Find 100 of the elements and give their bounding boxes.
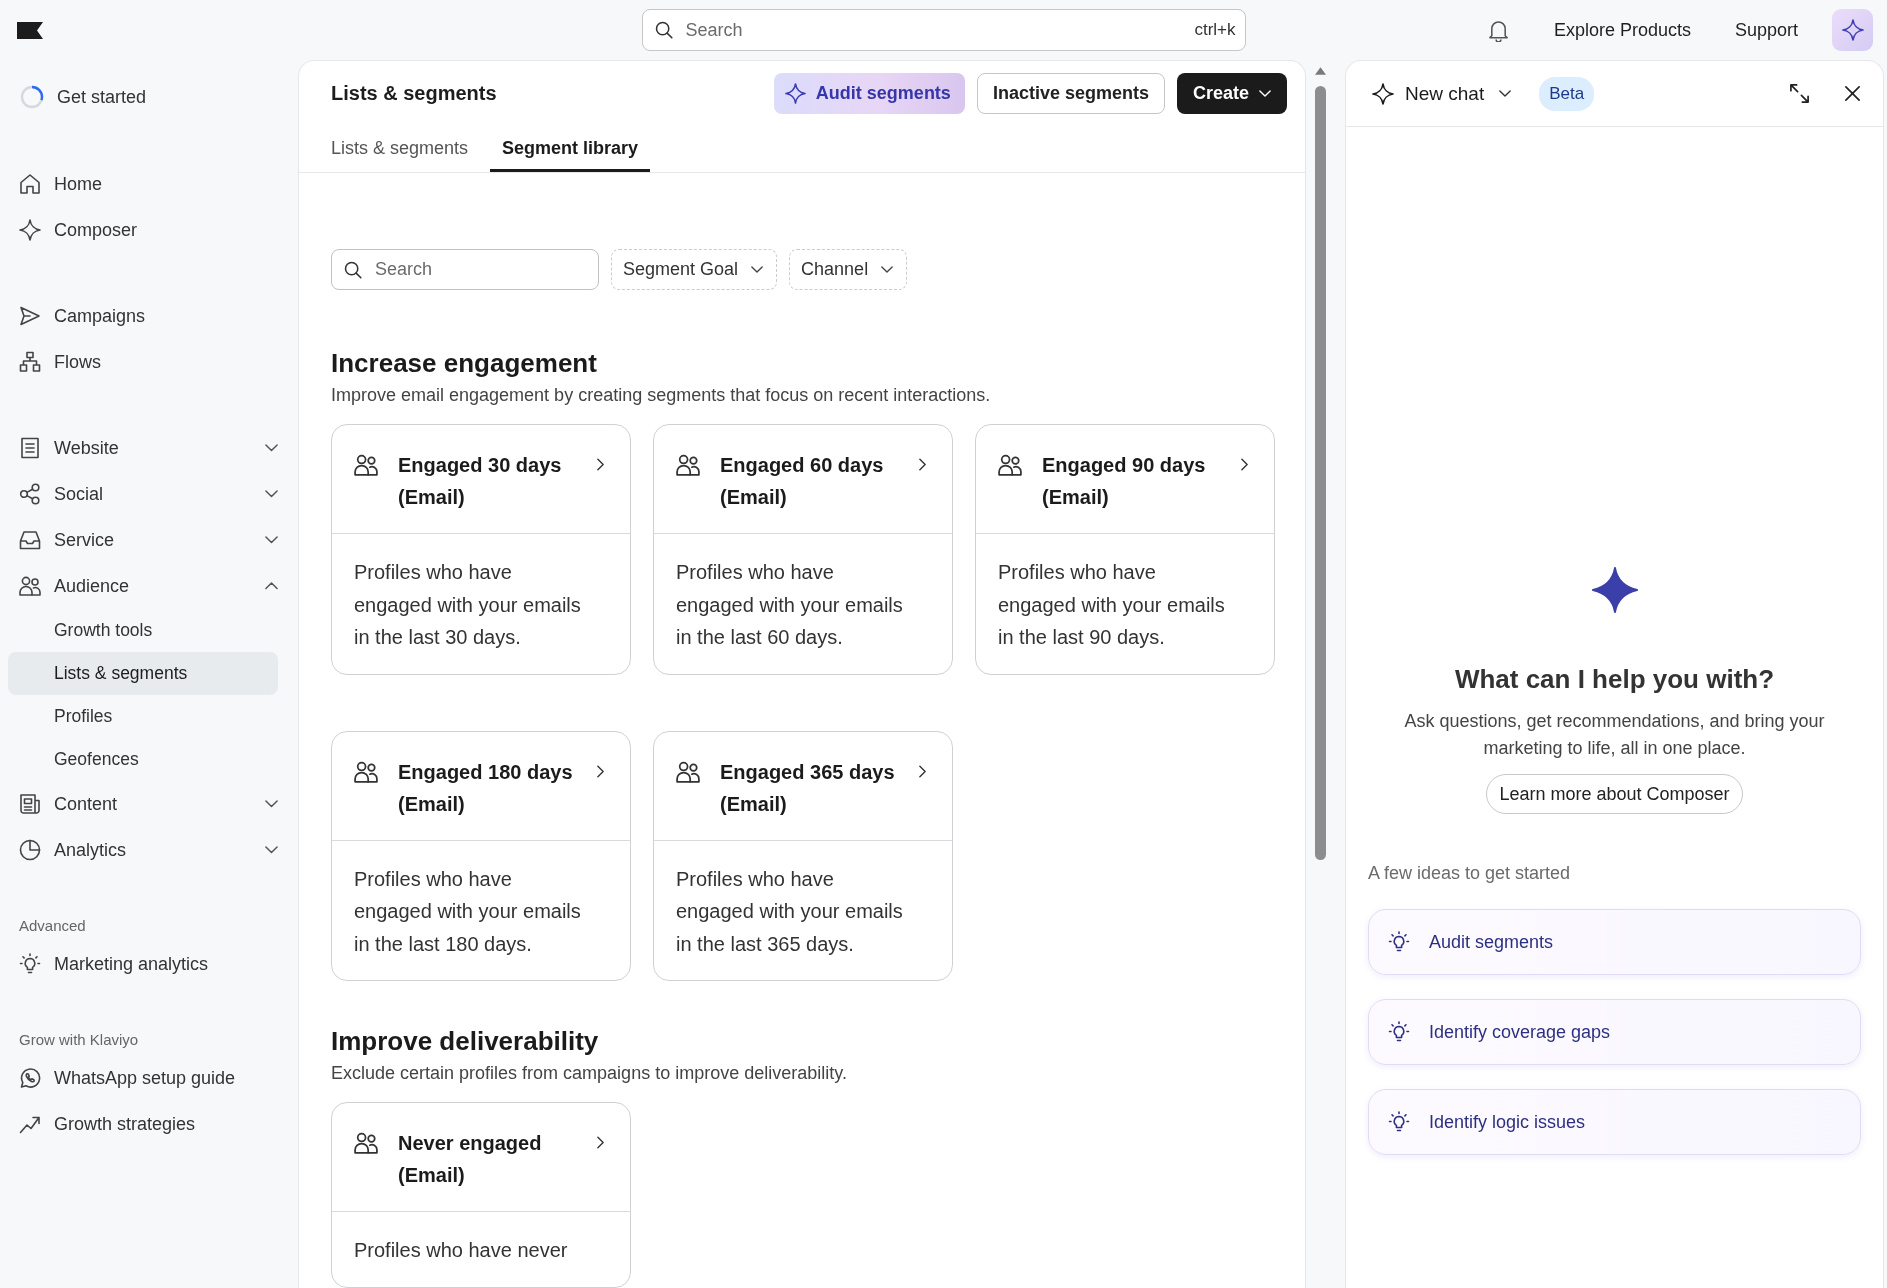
people-icon: [354, 453, 378, 477]
composer-button[interactable]: [1832, 9, 1873, 51]
flag-logo-icon[interactable]: [17, 21, 43, 39]
nav-section-heading: Grow with Klaviyo: [18, 1030, 140, 1050]
shortcut-hint: ctrl+k: [1194, 20, 1236, 40]
nav-link[interactable]: Flows: [8, 341, 278, 383]
card-description: Profiles who have engaged with your emails in the last 180 days.: [354, 866, 582, 957]
paper-plane-icon: [19, 305, 41, 327]
people-icon: [676, 759, 700, 784]
nav-link[interactable]: Audience: [8, 565, 264, 607]
top-nav-link[interactable]: Explore Products: [1553, 19, 1691, 41]
nav-link[interactable]: Content: [8, 783, 264, 825]
nav-sub-link[interactable]: Growth tools: [8, 609, 278, 652]
nav-link[interactable]: Analytics: [8, 829, 264, 871]
expand-button[interactable]: [1789, 83, 1810, 104]
expand-icon: [1789, 83, 1810, 104]
segment-card[interactable]: Engaged 30 days (Email) Profiles who have engaged with your emails in the last 30 days.: [331, 424, 631, 675]
chevron-right-icon[interactable]: [597, 458, 604, 471]
section-heading: Increase engagement: [331, 348, 598, 378]
search-icon: [654, 21, 673, 39]
segment-card[interactable]: Engaged 180 days (Email) Profiles who have engaged with your emails in the last 180 days.: [331, 730, 631, 981]
chevron-right-icon[interactable]: [919, 458, 926, 471]
segment-card[interactable]: Engaged 60 days (Email) Profiles who have engaged with your emails in the last 60 days.: [653, 424, 953, 675]
people-icon: [676, 453, 700, 477]
lightbulb-icon: [1388, 1021, 1410, 1043]
sparkle-icon: [784, 83, 806, 104]
section-heading: Improve deliverability: [331, 1026, 600, 1056]
top-nav-link[interactable]: Support: [1734, 19, 1798, 41]
nav-sub-link[interactable]: Geofences: [8, 738, 278, 781]
action-button[interactable]: Inactive segments: [976, 73, 1165, 114]
card-title: Engaged 60 days (Email): [720, 453, 885, 510]
filter-dropdown[interactable]: Channel: [789, 249, 908, 290]
idea-button[interactable]: Audit segments: [1368, 909, 1861, 975]
nav-link[interactable]: Growth strategies: [8, 1103, 278, 1145]
nav-link[interactable]: Campaigns: [8, 295, 278, 337]
ideas-heading: A few ideas to get started: [1367, 862, 1572, 885]
card-description: Profiles who have engaged with your emails in the last 60 days.: [676, 560, 904, 650]
share-nodes-icon: [19, 483, 41, 505]
scrollbar-thumb[interactable]: [1315, 86, 1326, 860]
card-title: Engaged 365 days (Email): [720, 759, 896, 817]
document-icon: [19, 437, 41, 459]
search-icon: [344, 260, 362, 279]
card-title: Engaged 30 days (Email): [398, 453, 563, 510]
beta-badge: Beta: [1539, 76, 1595, 111]
card-description: Profiles who have engaged with your emails in the last 30 days.: [354, 560, 582, 650]
section-description: Exclude certain profiles from campaigns to improve deliverability.: [331, 1062, 848, 1084]
page-title: Lists & segments: [331, 82, 498, 105]
scroll-up-arrow-icon[interactable]: [1315, 67, 1326, 75]
chevron-right-icon[interactable]: [1241, 458, 1248, 471]
people-icon: [19, 575, 41, 597]
filter-dropdown[interactable]: Segment Goal: [611, 249, 778, 290]
get-started-link[interactable]: Get started: [20, 74, 147, 120]
nav-sub-link[interactable]: Lists & segments: [8, 652, 278, 695]
learn-more-button[interactable]: Learn more about Composer: [1486, 774, 1743, 814]
nav-link[interactable]: WhatsApp setup guide: [8, 1057, 278, 1099]
chat-menu-button[interactable]: New chat: [1372, 82, 1512, 105]
tab[interactable]: Lists & segments: [319, 126, 481, 172]
assistant-heading: What can I help you with?: [1454, 663, 1775, 696]
nav-link[interactable]: Composer: [8, 209, 278, 251]
segment-card[interactable]: Engaged 365 days (Email) Profiles who have engaged with your emails in the last 365 days.: [653, 730, 953, 981]
segment-card[interactable]: Never engaged (Email) Profiles who have never: [331, 1102, 631, 1288]
sparkle-icon: [1841, 19, 1864, 41]
chevron-down-icon: [1499, 90, 1512, 97]
sparkle-icon: [1372, 82, 1394, 105]
close-icon: [1844, 85, 1861, 102]
lightbulb-icon: [19, 953, 41, 975]
card-description: Profiles who have never: [354, 1238, 569, 1263]
nav-link[interactable]: Home: [8, 163, 278, 205]
pie-chart-icon: [19, 839, 41, 861]
nav-sub-link[interactable]: Profiles: [8, 695, 278, 738]
search-field[interactable]: Search: [331, 249, 599, 290]
nav-link[interactable]: Marketing analytics: [8, 943, 278, 985]
card-description: Profiles who have engaged with your emails in the last 365 days.: [676, 866, 904, 957]
chevron-right-icon[interactable]: [597, 764, 604, 778]
tab[interactable]: Segment library: [490, 126, 651, 172]
phone-chat-icon: [19, 1067, 41, 1089]
nav-link[interactable]: Website: [8, 427, 264, 469]
idea-button[interactable]: Identify coverage gaps: [1368, 999, 1861, 1065]
action-button[interactable]: Audit segments: [773, 73, 965, 114]
close-button[interactable]: [1844, 85, 1861, 102]
bell-icon[interactable]: [1487, 18, 1509, 42]
create-button[interactable]: Create: [1176, 73, 1287, 114]
chevron-down-icon: [881, 266, 894, 273]
chevron-right-icon[interactable]: [919, 764, 926, 778]
chevron-down-icon: [264, 800, 278, 808]
people-icon: [354, 1131, 378, 1155]
chevron-down-icon: [751, 266, 764, 273]
section-description: Improve email engagement by creating segments that focus on recent interactions.: [331, 384, 992, 406]
nav-link[interactable]: Service: [8, 519, 264, 561]
idea-button[interactable]: Identify logic issues: [1368, 1089, 1861, 1155]
chevron-right-icon[interactable]: [597, 1136, 604, 1149]
chevron-down-icon: [1259, 90, 1271, 97]
card-title: Never engaged (Email): [398, 1131, 543, 1188]
nav-link[interactable]: Social: [8, 473, 264, 515]
home-icon: [19, 173, 41, 195]
chevron-down-icon: [264, 536, 278, 544]
chevron-up-icon: [264, 582, 278, 590]
segment-card[interactable]: Engaged 90 days (Email) Profiles who have engaged with your emails in the last 90 days.: [975, 424, 1275, 675]
lightbulb-icon: [1388, 931, 1410, 953]
people-icon: [354, 759, 378, 784]
